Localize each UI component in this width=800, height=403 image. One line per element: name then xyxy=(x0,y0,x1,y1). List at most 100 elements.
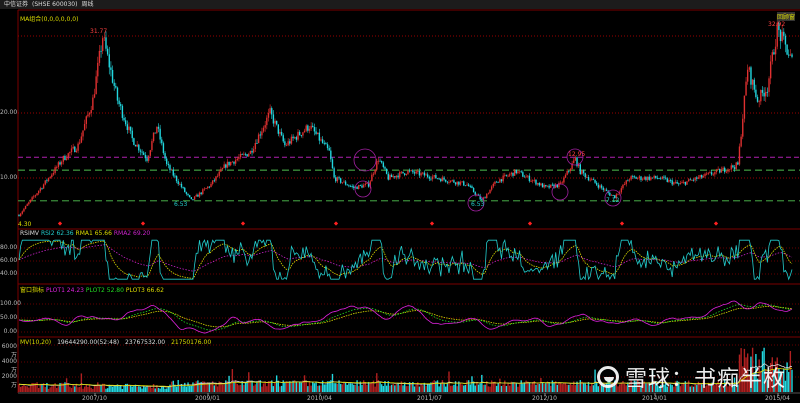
candle-body xyxy=(405,174,408,176)
candle-body xyxy=(400,171,403,173)
candle-body xyxy=(156,126,158,134)
volume-bar xyxy=(528,382,531,392)
volume-bar xyxy=(44,387,46,392)
rsi-title[interactable]: RSIMV xyxy=(20,230,39,237)
candle-body xyxy=(33,196,35,198)
volume-bar xyxy=(272,386,275,392)
volume-bar xyxy=(469,384,472,392)
candle-body xyxy=(678,183,680,185)
candle-body xyxy=(41,188,43,190)
volume-bar xyxy=(418,386,421,392)
candle-body xyxy=(187,193,189,196)
volume-bar xyxy=(464,384,467,392)
volume-bar xyxy=(477,384,480,392)
candle-body xyxy=(435,175,437,179)
candle-body xyxy=(259,134,261,136)
vol-legend: MV(10,20) 19644290.00(52:48) 23767532.00… xyxy=(20,339,211,346)
volume-bar xyxy=(410,383,412,392)
candle-body xyxy=(326,144,329,149)
candle-body xyxy=(192,199,194,200)
candle-body xyxy=(666,178,668,182)
candle-body xyxy=(543,184,545,188)
volume-bar xyxy=(413,386,416,392)
volume-bar xyxy=(85,384,87,392)
volume-bar xyxy=(382,386,385,392)
volume-bar xyxy=(392,383,394,392)
candle-body xyxy=(499,179,501,183)
candle-body xyxy=(389,174,391,180)
y-tick: 0.00 xyxy=(3,328,17,335)
candle-body xyxy=(463,181,465,186)
candle-body xyxy=(379,160,381,162)
candle-body xyxy=(279,131,281,134)
volume-bar xyxy=(98,385,101,392)
rsi2-line xyxy=(18,238,793,281)
candle-body xyxy=(333,168,335,178)
candle-body xyxy=(381,160,383,163)
volume-bar xyxy=(566,384,568,392)
candle-body xyxy=(210,183,212,187)
candle-body xyxy=(661,176,664,179)
volume-bar xyxy=(308,381,311,392)
candle-body xyxy=(423,172,426,176)
ind-title[interactable]: 窗口指标 xyxy=(20,287,44,294)
volume-bar xyxy=(26,386,28,392)
candle-body xyxy=(294,137,296,139)
candle-body xyxy=(282,135,284,142)
volume-bar xyxy=(374,386,376,392)
volume-bar xyxy=(433,380,435,392)
candle-body xyxy=(302,132,304,136)
candle-body xyxy=(110,67,112,70)
candle-body xyxy=(715,169,718,173)
volume-bar xyxy=(41,383,43,392)
volume-bar xyxy=(463,385,465,392)
volume-bar xyxy=(513,382,516,392)
right-label[interactable]: 回顾窗 xyxy=(777,12,796,21)
low-label-1: 6.53 xyxy=(174,201,188,208)
candle-body xyxy=(569,169,572,171)
volume-bar xyxy=(195,381,197,392)
volume-bar xyxy=(349,383,352,392)
candle-body xyxy=(430,178,432,180)
candle-body xyxy=(318,132,321,141)
candle-body xyxy=(399,172,401,178)
candle-body xyxy=(633,176,636,178)
candle-body xyxy=(221,168,224,170)
candle-body xyxy=(180,183,183,188)
plot3-legend: PLOT3 66.62 xyxy=(125,287,164,294)
candle-body xyxy=(469,186,472,188)
candle-body xyxy=(507,175,509,177)
rsi-legend-1: RSI2 62.36 xyxy=(40,230,74,237)
volume-bar xyxy=(466,380,468,392)
candle-body xyxy=(454,182,457,185)
candle-body xyxy=(353,186,355,188)
candle-body xyxy=(535,179,537,185)
candle-body xyxy=(249,150,252,154)
y-tick: 20.00 xyxy=(0,109,18,116)
volume-bar xyxy=(504,380,506,392)
candle-body xyxy=(458,181,460,185)
volume-bar xyxy=(538,383,540,392)
volume-bar xyxy=(353,384,355,392)
vol-title[interactable]: MV(10,20) xyxy=(20,339,51,346)
candle-body xyxy=(566,170,568,175)
candle-body xyxy=(284,141,286,146)
volume-bar xyxy=(149,386,151,392)
candle-body xyxy=(47,177,50,181)
candle-body xyxy=(154,132,156,134)
volume-bar xyxy=(118,386,120,392)
candle-body xyxy=(646,176,649,180)
candle-body xyxy=(622,184,624,189)
volume-bar xyxy=(269,381,271,392)
candle-body xyxy=(233,161,235,164)
volume-bar xyxy=(197,380,199,392)
volume-bar xyxy=(399,385,401,392)
y-tick: 4000万 xyxy=(1,358,17,374)
candle-body xyxy=(449,180,452,183)
candle-body xyxy=(536,183,539,185)
candle-body xyxy=(106,48,109,55)
volume-bar xyxy=(49,387,51,392)
volume-bar xyxy=(141,388,143,392)
candle-body xyxy=(561,182,563,184)
ma-label[interactable]: MA组合(0,0,0,0,0,0) xyxy=(20,14,78,23)
